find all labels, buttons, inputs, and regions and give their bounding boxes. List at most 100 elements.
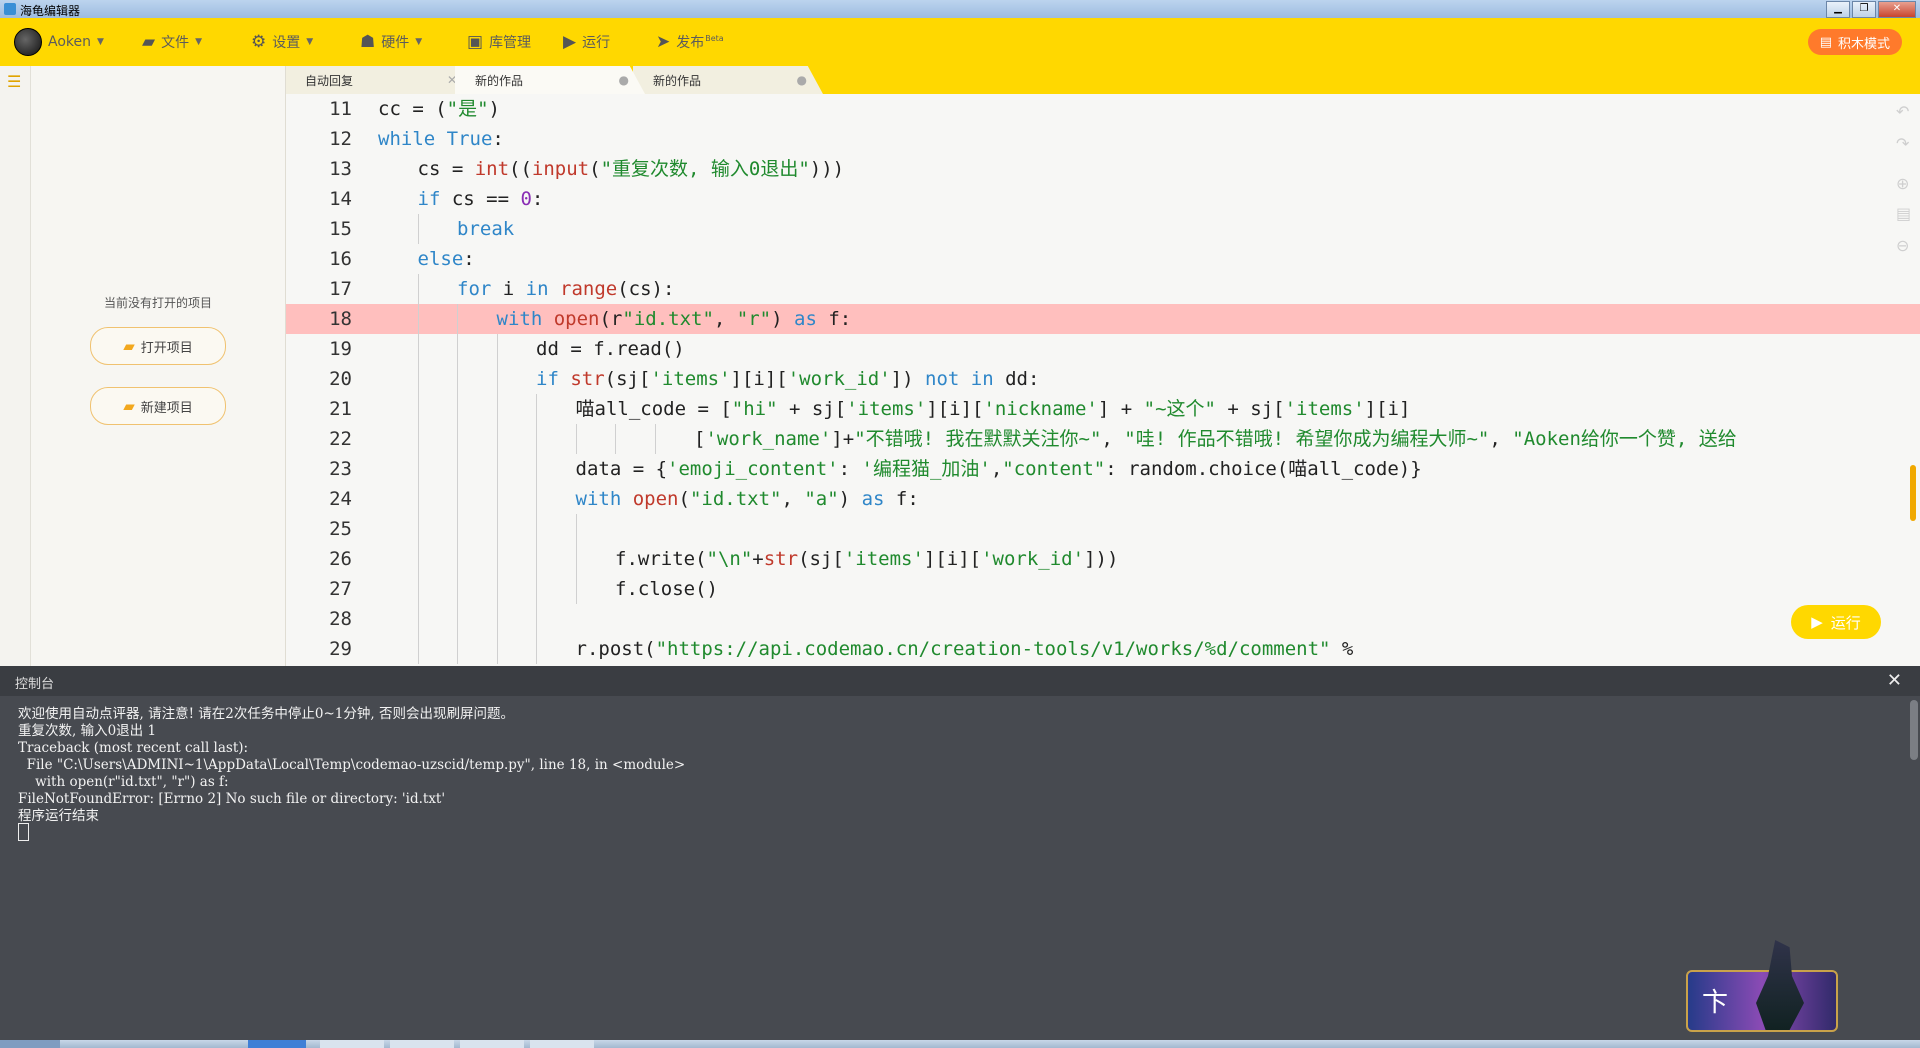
console-input-cursor[interactable]: [18, 823, 29, 841]
indent-guide: [417, 574, 419, 604]
block-mode-label: 积木模式: [1837, 36, 1890, 52]
taskbar-item[interactable]: [460, 1040, 524, 1048]
indent-guide: [417, 484, 419, 514]
taskbar: [0, 1040, 1920, 1048]
code-line[interactable]: 27 f.close(): [286, 574, 1920, 604]
start-button[interactable]: [0, 1040, 60, 1048]
indent-guide: [417, 334, 419, 364]
menu-settings[interactable]: ⚙ 设置 ▼: [251, 18, 313, 66]
side-icon-strip: ☰: [0, 66, 31, 666]
indent-guide: [536, 484, 537, 514]
run-button[interactable]: ▶ 运行: [1791, 605, 1881, 639]
taskbar-item[interactable]: [530, 1040, 594, 1048]
menu-publish[interactable]: ➤ 发布 Beta: [656, 18, 724, 66]
code-text: 喵all_code = ["hi" + sj['items'][i]['nick…: [575, 398, 1411, 420]
code-line[interactable]: 21 喵all_code = ["hi" + sj['items'][i]['ni…: [286, 394, 1920, 424]
code-line[interactable]: 16 else:: [286, 244, 1920, 274]
line-number: 21: [329, 398, 352, 420]
code-line[interactable]: 13 cs = int((input("重复次数, 输入0退出"))): [286, 154, 1920, 184]
editor-scrollbar[interactable]: [1910, 465, 1916, 521]
code-text: f.write("\n"+str(sj['items'][i]['work_id…: [615, 548, 1119, 570]
indent-guide: [496, 634, 498, 664]
indent-guide: [575, 424, 577, 454]
user-menu[interactable]: Aoken ▼: [14, 18, 104, 66]
code-line[interactable]: 19 dd = f.read(): [286, 334, 1920, 364]
indent-guide: [417, 394, 419, 424]
line-number: 19: [329, 338, 352, 360]
avatar: [14, 28, 42, 56]
code-line[interactable]: 28: [286, 604, 1920, 634]
indent-guide: [417, 544, 419, 574]
code-line[interactable]: 17 for i in range(cs):: [286, 274, 1920, 304]
unsaved-dot-icon[interactable]: ●: [619, 73, 629, 87]
indent-guide: [654, 424, 656, 454]
code-text: r.post("https://api.codemao.cn/creation-…: [575, 638, 1354, 660]
indent-guide: [457, 634, 458, 664]
console-output[interactable]: 欢迎使用自动点评器, 请注意! 请在2次任务中停止0~1分钟, 否则会出现刷屏问…: [0, 696, 1920, 1040]
tab-new-work-2[interactable]: 新的作品 ●: [633, 66, 823, 94]
format-icon[interactable]: ▤: [1896, 204, 1911, 223]
tab-auto-reply[interactable]: 自动回复 ✕: [285, 66, 465, 94]
indent-guide: [536, 454, 537, 484]
menu-file[interactable]: ▰ 文件 ▼: [142, 18, 202, 66]
code-line[interactable]: 25: [286, 514, 1920, 544]
chevron-down-icon: ▼: [415, 37, 423, 47]
menu-file-label: 文件: [161, 35, 190, 51]
code-editor[interactable]: 11 cc = ("是") 12 while True: 13 cs = int((inp…: [286, 94, 1920, 666]
mascot-widget[interactable]: 卞: [1686, 940, 1838, 1032]
title-bar: 海龟编辑器 ▁ ❐ ✕: [0, 0, 1920, 18]
widget-glyph: 卞: [1702, 988, 1729, 1018]
close-window-button[interactable]: ✕: [1878, 1, 1916, 18]
line-number: 29: [329, 638, 352, 660]
code-line[interactable]: 24 with open("id.txt", "a") as f:: [286, 484, 1920, 514]
unsaved-dot-icon[interactable]: ●: [797, 73, 807, 87]
chevron-down-icon: ▼: [97, 37, 104, 47]
menu-hardware[interactable]: ☗ 硬件 ▼: [360, 18, 422, 66]
console-line: with open(r"id.txt", "r") as f:: [18, 774, 229, 790]
menu-run[interactable]: ▶ 运行: [563, 18, 610, 66]
code-line[interactable]: 20 if str(sj['items'][i]['work_id']) not …: [286, 364, 1920, 394]
code-line[interactable]: 11 cc = ("是"): [286, 94, 1920, 124]
chevron-down-icon: ▼: [195, 37, 202, 47]
close-icon[interactable]: ✕: [1887, 670, 1902, 691]
blocks-icon: ▤: [1819, 34, 1832, 50]
menu-library[interactable]: ▣ 库管理: [467, 18, 531, 66]
code-line[interactable]: 15 break: [286, 214, 1920, 244]
taskbar-item[interactable]: [248, 1040, 306, 1048]
indent-guide: [417, 274, 419, 304]
console-line: 欢迎使用自动点评器, 请注意! 请在2次任务中停止0~1分钟, 否则会出现刷屏问…: [18, 706, 514, 722]
console-title: 控制台: [15, 677, 55, 692]
open-project-button[interactable]: ▰ 打开项目: [90, 327, 226, 365]
indent-guide: [496, 334, 498, 364]
console-scrollbar[interactable]: [1910, 700, 1918, 760]
zoom-in-icon[interactable]: ⊕: [1896, 174, 1909, 193]
code-line[interactable]: 12 while True:: [286, 124, 1920, 154]
tab-new-work-active[interactable]: 新的作品 ●: [455, 66, 645, 94]
hardware-icon: ☗: [360, 32, 376, 52]
code-line[interactable]: 14 if cs == 0:: [286, 184, 1920, 214]
indent-guide: [457, 514, 458, 544]
taskbar-item[interactable]: [390, 1040, 454, 1048]
new-project-button[interactable]: ▰ 新建项目: [90, 387, 226, 425]
taskbar-item[interactable]: [320, 1040, 384, 1048]
code-text: if str(sj['items'][i]['work_id']) not in…: [536, 368, 1040, 390]
zoom-out-icon[interactable]: ⊖: [1896, 236, 1909, 255]
no-project-text: 当前没有打开的项目: [103, 296, 212, 310]
list-icon[interactable]: ☰: [7, 72, 21, 91]
redo-icon[interactable]: ↷: [1896, 134, 1909, 153]
code-line[interactable]: 26 f.write("\n"+str(sj['items'][i]['work_…: [286, 544, 1920, 574]
code-line[interactable]: 22 ['work_name']+"不错哦! 我在默默关注你~", "哇! 作品不…: [286, 424, 1920, 454]
minimize-button[interactable]: ▁: [1826, 1, 1850, 18]
code-text: data = {'emoji_content': '编程猫_加油',"conte…: [575, 458, 1422, 480]
code-text: cc = ("是"): [378, 98, 500, 120]
code-line[interactable]: 29 r.post("https://api.codemao.cn/creatio…: [286, 634, 1920, 664]
code-line[interactable]: 18 with open(r"id.txt", "r") as f:: [286, 304, 1920, 334]
code-line[interactable]: 23 data = {'emoji_content': '编程猫_加油',"con…: [286, 454, 1920, 484]
window-title: 海龟编辑器: [20, 4, 81, 18]
folder-plus-icon: ▰: [123, 397, 135, 415]
indent-guide: [457, 454, 458, 484]
line-number: 26: [329, 548, 352, 570]
maximize-button[interactable]: ❐: [1852, 1, 1876, 18]
undo-icon[interactable]: ↶: [1896, 102, 1909, 121]
block-mode-button[interactable]: ▤ 积木模式: [1807, 29, 1902, 55]
